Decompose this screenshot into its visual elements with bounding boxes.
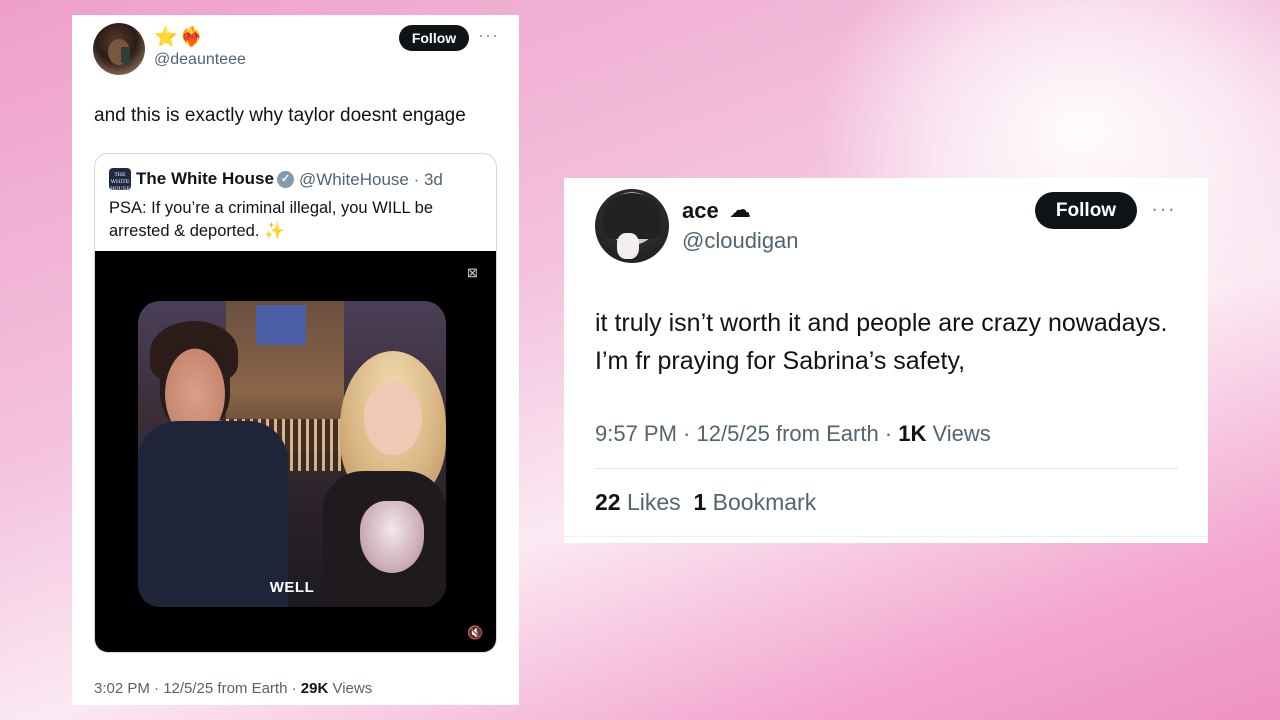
tweet-meta: 3:02 PM · 12/5/25 from Earth · 29K Views <box>94 680 372 697</box>
tweet-text: it truly isn’t worth it and people are c… <box>595 309 1168 375</box>
tweet-card-right: ace ☁ @cloudigan Follow ··· it truly isn… <box>564 178 1208 543</box>
white-house-logo-icon: THE WHITE HOUSE <box>109 168 131 192</box>
divider <box>564 536 1208 537</box>
avatar-hand <box>617 233 639 259</box>
tweet-meta: 9:57 PM · 12/5/25 from Earth · 1K Views <box>595 421 991 447</box>
tweet-stats: 22 Likes 1 Bookmark <box>595 489 816 516</box>
shirt-print <box>360 501 424 573</box>
avatar-hair <box>603 193 661 239</box>
follow-button[interactable]: Follow <box>1035 192 1137 229</box>
alt-media-icon[interactable]: ⊠ <box>467 265 478 281</box>
more-horizontal-icon[interactable]: ··· <box>1151 196 1176 222</box>
video-caption: WELL <box>269 579 315 596</box>
tweet-card-left: ⭐❤️‍🔥 @deaunteee Follow ··· and this is … <box>72 15 519 705</box>
tweet-text: and this is exactly why taylor doesnt en… <box>94 105 466 126</box>
verified-badge-icon: ✓ <box>277 171 294 188</box>
mute-icon[interactable]: 🔇 <box>467 625 483 641</box>
quoted-handle-time[interactable]: @WhiteHouse · 3d <box>299 170 443 190</box>
quoted-display-name[interactable]: The White House <box>136 169 274 189</box>
display-name-emojis[interactable]: ⭐❤️‍🔥 <box>154 27 205 49</box>
follow-button[interactable]: Follow <box>399 25 469 51</box>
likes-count[interactable]: 22 <box>595 489 621 515</box>
display-name[interactable]: ace <box>682 198 719 224</box>
avatar-phone <box>121 47 130 63</box>
video-frame: WELL <box>138 301 446 607</box>
views-label: Views <box>328 680 373 697</box>
user-handle[interactable]: @deaunteee <box>154 51 246 69</box>
likes-label[interactable]: Likes <box>621 489 681 515</box>
user-handle[interactable]: @cloudigan <box>682 228 799 254</box>
video-player[interactable]: WELL ⊠ 🔇 <box>95 251 496 652</box>
avatar[interactable] <box>93 23 145 75</box>
views-count: 1K <box>898 421 927 446</box>
quoted-tweet-text: PSA: If you’re a criminal illegal, you W… <box>109 199 434 240</box>
bookmarks-count[interactable]: 1 <box>693 489 706 515</box>
cloud-icon: ☁ <box>729 197 751 222</box>
quoted-tweet[interactable]: THE WHITE HOUSE The White House ✓ @White… <box>94 153 497 653</box>
person-right-face <box>364 381 422 455</box>
person-left-face <box>160 341 230 429</box>
more-horizontal-icon[interactable]: ··· <box>478 25 499 46</box>
time-date[interactable]: 3:02 PM · 12/5/25 from Earth · <box>94 680 301 697</box>
scene-window <box>256 305 306 345</box>
logo-text: THE WHITE HOUSE <box>110 172 130 192</box>
avatar[interactable] <box>595 189 669 263</box>
divider <box>595 468 1178 469</box>
views-count: 29K <box>300 680 329 697</box>
views-label: Views <box>926 421 991 446</box>
time-date[interactable]: 9:57 PM · 12/5/25 from Earth · <box>595 421 898 446</box>
bookmarks-label[interactable]: Bookmark <box>706 489 817 515</box>
